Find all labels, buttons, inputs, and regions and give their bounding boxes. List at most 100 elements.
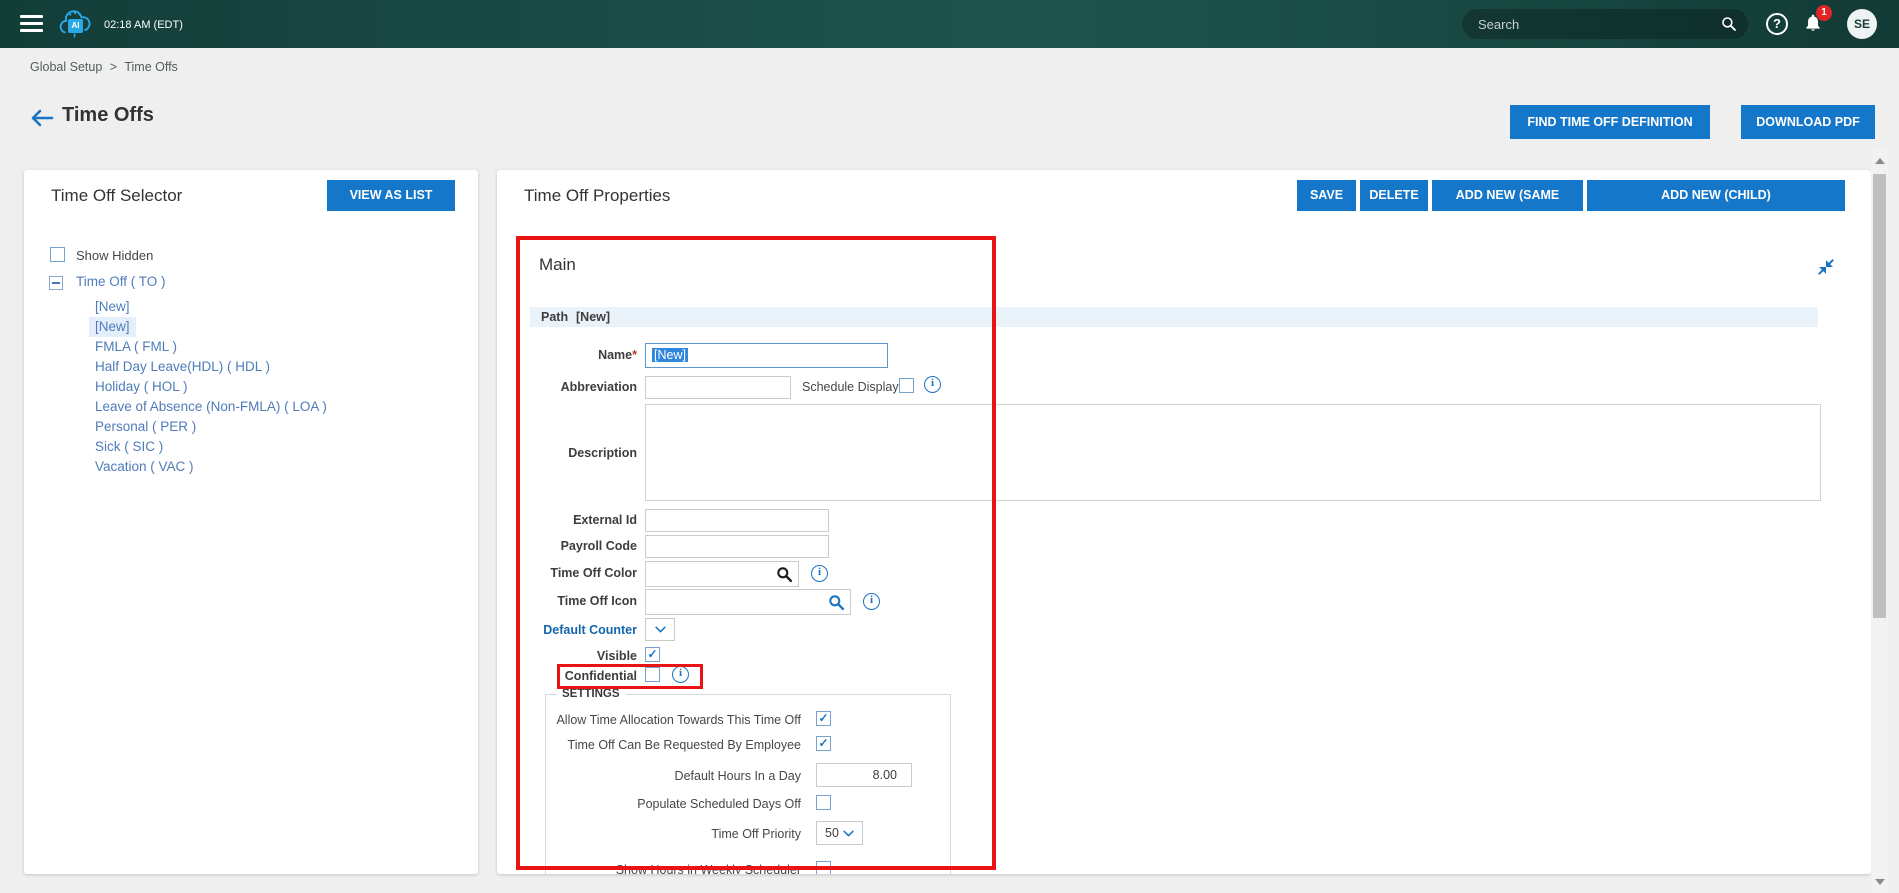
logo-ai-text: AI (68, 19, 83, 33)
tree-collapse-toggle[interactable] (49, 276, 63, 290)
payroll-code-input[interactable] (645, 535, 829, 558)
hamburger-menu-icon[interactable] (20, 15, 43, 32)
time-off-color-info-icon[interactable]: i (811, 565, 828, 582)
schedule-display-label: Schedule Display (802, 380, 899, 394)
tree-item-new-1[interactable]: [New] (95, 299, 130, 314)
save-button[interactable]: SAVE (1297, 180, 1356, 211)
add-new-same-level-button[interactable]: ADD NEW (SAME LEVEL) (1432, 180, 1583, 211)
path-label: Path (541, 310, 568, 324)
show-hours-weekly-scheduler-label: Show Hours in Weekly Scheduler (551, 863, 801, 874)
default-counter-label: Default Counter (517, 623, 637, 637)
default-counter-select[interactable] (645, 618, 675, 641)
breadcrumb-separator: > (110, 60, 117, 74)
tree-item-sick[interactable]: Sick ( SIC ) (95, 439, 163, 454)
payroll-code-label: Payroll Code (517, 539, 637, 553)
global-search (1462, 9, 1748, 39)
tree-root-time-off[interactable]: Time Off ( TO ) (76, 274, 166, 289)
checkmark-icon: ✓ (818, 711, 828, 725)
back-arrow-icon (30, 108, 54, 128)
schedule-display-checkbox[interactable] (899, 378, 914, 393)
breadcrumb-global-setup[interactable]: Global Setup (30, 60, 102, 74)
find-time-off-definition-button[interactable]: FIND TIME OFF DEFINITION (1510, 105, 1710, 139)
time-off-color-label: Time Off Color (517, 566, 637, 580)
visible-label: Visible (517, 649, 637, 663)
tree-item-personal[interactable]: Personal ( PER ) (95, 419, 196, 434)
download-pdf-button[interactable]: DOWNLOAD PDF (1741, 105, 1875, 139)
page-title: Time Offs (62, 104, 154, 127)
allow-time-allocation-label: Allow Time Allocation Towards This Time … (551, 713, 801, 727)
show-hours-weekly-scheduler-checkbox[interactable] (816, 861, 831, 874)
requested-by-employee-checkbox[interactable]: ✓ (816, 736, 831, 751)
view-as-list-button[interactable]: VIEW AS LIST (327, 180, 455, 211)
time-off-priority-label: Time Off Priority (551, 827, 801, 841)
name-input-selected-text: [New] (652, 348, 688, 362)
main-section-title: Main (539, 255, 576, 275)
current-time: 02:18 AM (EDT) (104, 19, 183, 31)
show-hidden-checkbox[interactable] (50, 247, 65, 262)
checkmark-icon: ✓ (818, 736, 828, 750)
user-avatar[interactable]: SE (1847, 9, 1877, 39)
help-icon[interactable]: ? (1766, 13, 1788, 35)
scroll-down-icon[interactable] (1875, 879, 1885, 885)
schedule-display-info-icon[interactable]: i (924, 376, 941, 393)
tree-item-fmla[interactable]: FMLA ( FML ) (95, 339, 177, 354)
tree-item-vacation[interactable]: Vacation ( VAC ) (95, 459, 194, 474)
tree-item-new-2-selected[interactable]: [New] (89, 317, 136, 337)
time-off-icon-info-icon[interactable]: i (863, 593, 880, 610)
color-lookup-icon[interactable] (776, 566, 793, 583)
abbreviation-input[interactable] (645, 376, 791, 399)
scrollbar-thumb[interactable] (1873, 174, 1886, 618)
scroll-up-icon[interactable] (1875, 158, 1885, 164)
notification-count-badge: 1 (1816, 5, 1832, 21)
tree-item-leave-of-absence[interactable]: Leave of Absence (Non-FMLA) ( LOA ) (95, 399, 327, 414)
time-off-icon-label: Time Off Icon (517, 594, 637, 608)
path-row: Path [New] (530, 307, 1818, 327)
time-off-color-input[interactable] (645, 561, 799, 587)
properties-panel-title: Time Off Properties (524, 186, 670, 206)
breadcrumb-time-offs[interactable]: Time Offs (124, 60, 177, 74)
default-hours-input[interactable] (816, 763, 912, 787)
external-id-input[interactable] (645, 509, 829, 532)
settings-fieldset: SETTINGS Allow Time Allocation Towards T… (545, 694, 951, 874)
description-textarea[interactable] (645, 404, 1821, 501)
show-hidden-label: Show Hidden (76, 248, 153, 263)
confidential-info-icon[interactable]: i (672, 666, 689, 683)
app-root: AI 02:18 AM (EDT) ? 1 SE Global Setup > … (0, 0, 1899, 893)
time-off-priority-value: 50 (825, 826, 839, 840)
confidential-checkbox[interactable] (645, 667, 660, 682)
tree-item-holiday[interactable]: Holiday ( HOL ) (95, 379, 188, 394)
default-hours-label: Default Hours In a Day (551, 769, 801, 783)
delete-button[interactable]: DELETE (1360, 180, 1428, 211)
abbreviation-label: Abbreviation (517, 380, 637, 394)
icon-lookup-icon[interactable] (828, 594, 845, 611)
allow-time-allocation-checkbox[interactable]: ✓ (816, 711, 831, 726)
checkmark-icon: ✓ (647, 647, 657, 661)
collapse-minus-icon (52, 282, 60, 284)
page-scrollbar[interactable] (1871, 150, 1888, 893)
time-off-icon-input[interactable] (645, 589, 851, 615)
visible-checkbox[interactable]: ✓ (645, 647, 660, 662)
chevron-down-icon (843, 830, 854, 837)
name-input[interactable]: [New] (645, 343, 888, 368)
breadcrumb: Global Setup > Time Offs (30, 60, 182, 74)
add-new-child-button[interactable]: ADD NEW (CHILD) (1587, 180, 1845, 211)
required-marker: * (632, 348, 637, 362)
search-icon[interactable] (1721, 16, 1737, 32)
name-label: Name* (517, 348, 637, 362)
top-navigation-bar: AI 02:18 AM (EDT) ? 1 SE (0, 0, 1899, 48)
settings-legend: SETTINGS (556, 688, 626, 700)
chevron-down-icon (655, 626, 666, 633)
app-logo[interactable]: AI (56, 7, 94, 41)
confidential-label: Confidential (517, 669, 637, 683)
collapse-section-icon[interactable] (1817, 258, 1835, 281)
back-button[interactable] (30, 108, 54, 128)
tree-item-half-day-leave[interactable]: Half Day Leave(HDL) ( HDL ) (95, 359, 270, 374)
search-input[interactable] (1478, 9, 1708, 39)
time-off-selector-panel: Time Off Selector VIEW AS LIST Show Hidd… (24, 170, 478, 874)
description-label: Description (517, 446, 637, 460)
external-id-label: External Id (517, 513, 637, 527)
time-off-priority-select[interactable]: 50 (816, 821, 863, 845)
requested-by-employee-label: Time Off Can Be Requested By Employee (551, 738, 801, 752)
populate-scheduled-days-checkbox[interactable] (816, 795, 831, 810)
selector-panel-title: Time Off Selector (51, 186, 182, 206)
